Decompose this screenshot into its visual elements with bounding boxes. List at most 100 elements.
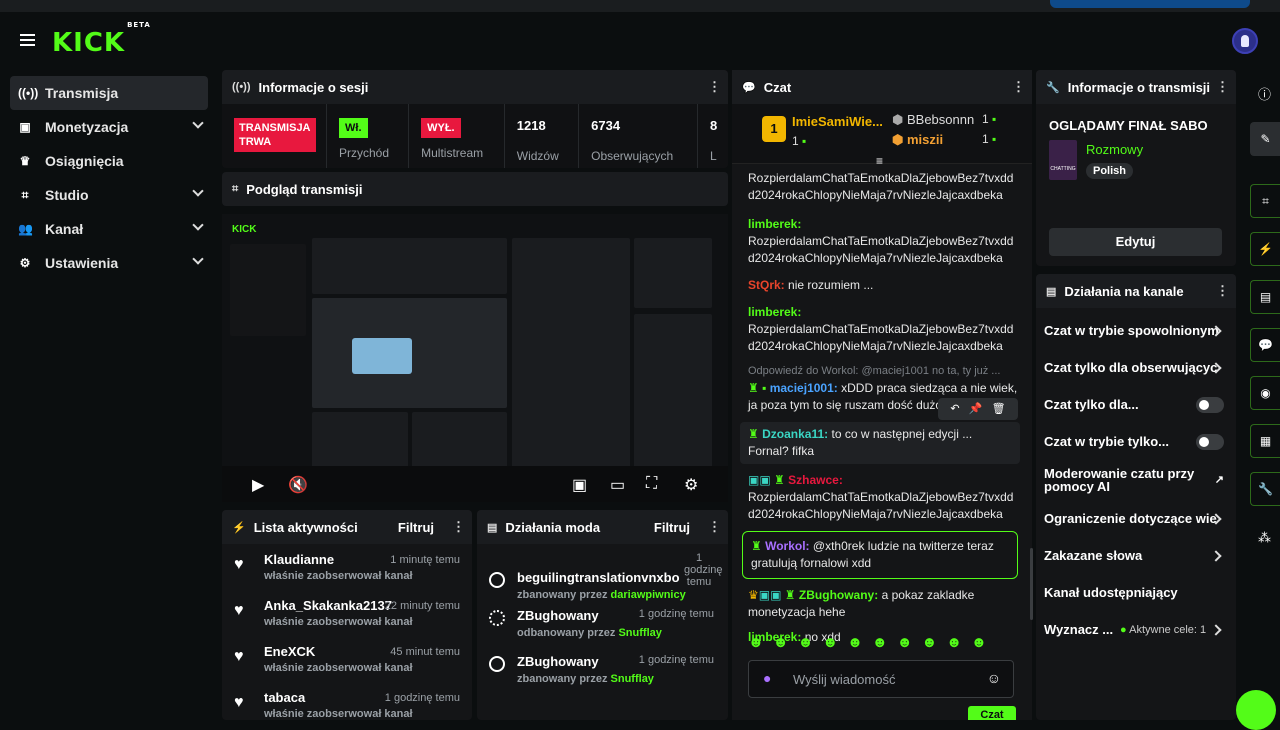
wrench-icon[interactable]: 🔧 [1250,472,1280,506]
gifter-3[interactable]: ⬢ miszii [892,132,943,148]
activity-item: ♥ Klaudianne właśnie zaobserwował kanał … [222,544,472,590]
play-icon[interactable]: ▶ [252,475,264,495]
sidebar: ((•)) Transmisja ▣ Monetyzacja ♛ Osiągni… [0,74,216,280]
send-button[interactable]: Czat [968,706,1016,720]
broadcast-icon: ((•)) [232,81,251,93]
mini-chat [512,238,630,474]
account-age-row[interactable]: Ograniczenie dotyczące wie [1036,500,1236,537]
users-icon: 👥 [18,222,33,236]
sidebar-item-transmisja[interactable]: ((•)) Transmisja [10,76,208,110]
emote-only-toggle[interactable] [1196,433,1224,450]
player-controls: ▶ 🔇 ▣ ▭ ⛶ ⚙ [222,466,728,502]
goals-row[interactable]: Wyznacz ... ● Aktywne cele: 1 [1036,611,1236,648]
chat-icon[interactable]: 💬 [1250,328,1280,362]
income-toggle[interactable]: Wł. [339,118,368,138]
top-gifter-name[interactable]: ImieSamiWie... [792,114,883,129]
heart-icon: ♥ [234,694,244,711]
chevron-down-icon [192,185,204,197]
activity-item: ♥ EneXCK właśnie zaobserwował kanał 45 m… [222,636,472,682]
panel-title: Informacje o transmisji [1067,79,1211,95]
slow-mode-row[interactable]: Czat w trybie spowolnionym [1036,312,1236,349]
emoji-icon[interactable]: ☺ [987,670,1001,686]
microphone-icon[interactable]: ● [763,670,771,686]
support-button[interactable] [1236,690,1276,730]
more-icon[interactable]: ⋮ [452,519,465,535]
document-icon[interactable]: ▤ [1250,280,1280,314]
preview-icon[interactable]: ⌗ [1250,184,1280,218]
preview-icon: ⌗ [232,182,239,195]
share-icon[interactable]: ⁂ [1258,530,1271,546]
subs-only-row: Czat tylko dla... [1036,386,1236,423]
more-icon[interactable]: ⋮ [1012,79,1025,95]
host-channel-row[interactable]: Kanał udostępniający [1036,574,1236,611]
info-icon[interactable]: ⓘ [1258,84,1271,103]
mini-session [312,238,507,294]
activity-sub: właśnie zaobserwował kanał [264,708,413,720]
sidebar-item-ustawienia[interactable]: ⚙ Ustawienia [10,246,208,280]
extra-label: L [710,149,717,163]
stream-preview[interactable]: KICK ▶ 🔇 ▣ ▭ ⛶ ⚙ [222,214,728,502]
reply-icon[interactable]: ↶ [950,403,959,415]
chat-message-hovered: ♜ Dzoanka11: to co w następnej edycji ..… [740,398,1020,464]
edit-icon[interactable]: ✎ [1250,122,1280,156]
active-goals: ● Aktywne cele: 1 [1120,623,1207,636]
sidebar-item-kanal[interactable]: 👥 Kanał [10,212,208,246]
browser-tab-accent [1050,0,1250,8]
more-icon[interactable]: ⋮ [708,79,721,95]
theater-icon[interactable]: ▭ [610,475,625,495]
activity-time: 45 minut temu [390,646,460,658]
category-thumbnail: CHATTING [1049,140,1077,180]
more-icon[interactable]: ⋮ [708,519,721,535]
multistream-toggle[interactable]: WYŁ. [421,118,461,138]
ai-moderation-row[interactable]: Moderowanie czatu przy pomocy AI ↗ [1036,460,1236,500]
chat-message: ▣▣ ♜ Szhawce: RozpierdalamChatTaEmotkaDla… [748,473,1014,521]
mod-time: 1 godzinę temu [638,654,714,666]
filter-button[interactable]: Filtruj [654,520,690,535]
sidebar-item-studio[interactable]: ⌗ Studio [10,178,208,212]
emote-only-row: Czat w trybie tylko... [1036,423,1236,460]
banned-words-row[interactable]: Zakazane słowa [1036,537,1236,574]
sidebar-item-monetyzacja[interactable]: ▣ Monetyzacja [10,110,208,144]
delete-icon[interactable]: 🗑 [992,403,1006,415]
settings-icon[interactable]: ⚙ [684,475,698,495]
emote-bar[interactable]: ☻☻☻☻☻☻☻☻☻☻ [748,634,1018,656]
subs-only-toggle[interactable] [1196,396,1224,413]
chat-header: 💬 Czat ⋮ [732,70,1032,104]
sidebar-item-label: Osiągnięcia [45,153,124,169]
pin-icon[interactable]: 📌 [969,403,983,415]
viewers-count: 1218 [516,118,546,133]
chat-scrollbar[interactable] [1030,548,1033,620]
sidebar-item-label: Monetyzacja [45,119,129,135]
more-icon[interactable]: ⋮ [1216,79,1229,95]
gifter-2[interactable]: ⬢ BBebsonnn [892,112,974,128]
sidebar-item-osiagniecia[interactable]: ♛ Osiągnięcia [10,144,208,178]
edit-button[interactable]: Edytuj [1049,228,1222,256]
followers-only-row[interactable]: Czat tylko dla obserwującyc [1036,349,1236,386]
activity-item: ♥ tabaca właśnie zaobserwował kanał 1 go… [222,682,472,720]
mod-sub: zbanowany przez Snufflay [517,673,654,685]
message-actions: ↶ 📌 🗑 [938,398,1018,420]
user-avatar[interactable] [1232,28,1258,54]
mute-icon[interactable]: 🔇 [288,475,308,495]
layout-icon[interactable]: ▦ [1250,424,1280,458]
ban-icon [489,572,505,588]
chat-input[interactable]: ● Wyślij wiadomość ☺ [748,660,1014,698]
session-panel: ((•)) Informacje o sesji ⋮ TRANSMISJA TRW… [222,70,728,168]
activity-time: 1 godzinę temu [384,692,460,704]
kick-logo[interactable]: KICKBETA [52,21,151,58]
reply-preview: Odpowiedź do Workol: @maciej1001 no ta, … [748,365,1001,377]
panel-title: Lista aktywności [253,519,358,535]
lightning-icon[interactable]: ⚡ [1250,232,1280,266]
category-link[interactable]: Rozmowy [1086,142,1143,157]
more-icon[interactable]: ⋮ [1216,283,1229,299]
sidebar-item-label: Ustawienia [45,255,119,271]
chat-message: limberek: RozpierdalamChatTaEmotkaDlaZjeb… [748,217,1014,265]
chat-message: StQrk: nie rozumiem ... [748,278,874,292]
fullscreen-icon[interactable]: ⛶ [646,475,657,493]
pip-icon[interactable]: ▣ [572,475,587,495]
chevron-down-icon [192,219,204,231]
menu-icon[interactable] [20,34,35,46]
broadcast-icon[interactable]: ◉ [1250,376,1280,410]
filter-button[interactable]: Filtruj [398,520,434,535]
trophy-icon: ♛ [19,154,31,168]
